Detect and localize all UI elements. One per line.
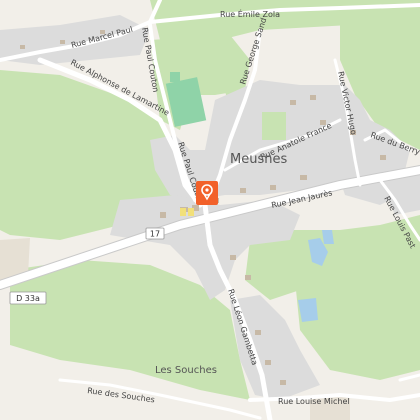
route-17-label: 17: [150, 230, 160, 239]
map-canvas[interactable]: 17 D 33a Rue Émile Zola Rue Marcel Paul …: [0, 0, 420, 420]
route-d33a-label: D 33a: [16, 294, 40, 303]
map-view[interactable]: 17 D 33a Rue Émile Zola Rue Marcel Paul …: [0, 0, 420, 420]
location-pin-icon[interactable]: [196, 181, 218, 205]
place-label-town: Meusnes: [230, 152, 287, 167]
street-label-emile-zola: Rue Émile Zola: [220, 8, 280, 19]
route-17-shield: 17: [145, 227, 165, 240]
route-d33a-shield: D 33a: [9, 291, 47, 305]
street-label-des-souches: Rue des Souches: [87, 386, 156, 404]
place-label-hamlet: Les Souches: [155, 365, 217, 376]
street-label-louise-michel: Rue Louise Michel: [278, 397, 350, 406]
